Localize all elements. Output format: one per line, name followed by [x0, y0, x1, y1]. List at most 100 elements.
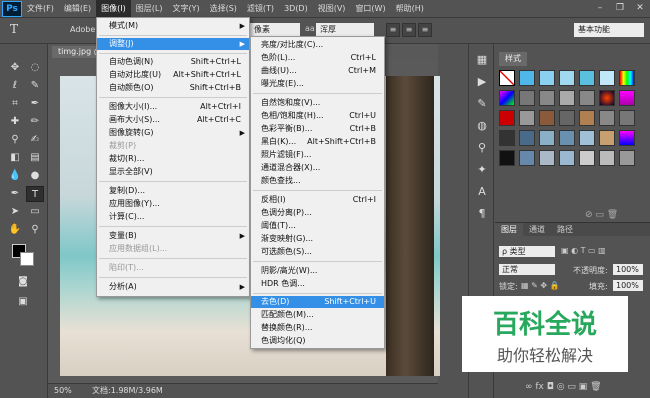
menu-item-levels[interactable]: 色阶(L)... Ctrl+L	[251, 52, 384, 64]
history-brush-tool-icon[interactable]: ✍	[26, 132, 44, 148]
antialias-select[interactable]: 浑厚	[316, 23, 374, 37]
actions-panel-icon[interactable]: ▶	[473, 74, 491, 90]
quick-select-tool-icon[interactable]: ✎	[26, 78, 44, 94]
menu-item-black-white[interactable]: 黑白(K)... Alt+Shift+Ctrl+B	[251, 136, 384, 148]
style-swatch[interactable]	[559, 150, 575, 166]
menu-item-selective-color[interactable]: 可选颜色(S)...	[251, 246, 384, 258]
style-swatch[interactable]	[619, 130, 635, 146]
menu-item-apply-image[interactable]: 应用图像(Y)...	[97, 198, 249, 210]
menu-item-gradient-map[interactable]: 渐变映射(G)...	[251, 233, 384, 245]
menu-image[interactable]: 图像(I)	[96, 0, 131, 18]
layers-footer-icons[interactable]: ∞ fx ◘ ◎ ▭ ▣ 🗑	[525, 382, 602, 392]
clone-source-icon[interactable]: ⚲	[473, 140, 491, 156]
gradient-tool-icon[interactable]: ▤	[26, 150, 44, 166]
brush-panel-icon[interactable]: ✎	[473, 96, 491, 112]
style-swatch[interactable]	[599, 110, 615, 126]
align-right-button[interactable]: ≡	[418, 23, 432, 37]
zoom-level[interactable]: 50%	[54, 384, 72, 398]
menu-item-canvas-size[interactable]: 画布大小(S)... Alt+Ctrl+C	[97, 114, 249, 126]
style-swatch[interactable]	[499, 110, 515, 126]
menu-layer[interactable]: 图层(L)	[131, 0, 168, 18]
minimize-icon[interactable]: –	[590, 0, 610, 16]
type-tool-icon[interactable]: T	[26, 186, 44, 202]
style-swatch[interactable]	[519, 70, 535, 86]
hand-tool-icon[interactable]: ✋	[6, 222, 24, 238]
menu-item-curves[interactable]: 曲线(U)... Ctrl+M	[251, 65, 384, 77]
opacity-input[interactable]: 100%	[613, 264, 643, 275]
menu-item-threshold[interactable]: 阈值(T)...	[251, 220, 384, 232]
tab-styles[interactable]: 样式	[499, 52, 527, 66]
close-icon[interactable]: ✕	[630, 0, 650, 16]
menu-item-brightness-contrast[interactable]: 亮度/对比度(C)...	[251, 39, 384, 51]
dodge-tool-icon[interactable]: ●	[26, 168, 44, 184]
style-swatch[interactable]	[559, 90, 575, 106]
brush-tool-icon[interactable]: ✏	[26, 114, 44, 130]
workspace-select[interactable]: 基本功能	[574, 23, 644, 37]
style-swatch[interactable]	[579, 110, 595, 126]
history-panel-icon[interactable]: ▦	[473, 52, 491, 68]
menu-item-trim[interactable]: 裁切(R)...	[97, 153, 249, 165]
lock-icons[interactable]: ▦ ✎ ✥ 🔒	[521, 281, 560, 290]
lasso-tool-icon[interactable]: ℓ	[6, 78, 24, 94]
menu-window[interactable]: 窗口(W)	[350, 0, 390, 18]
menu-item-reveal-all[interactable]: 显示全部(V)	[97, 166, 249, 178]
tab-paths[interactable]: 路径	[551, 223, 579, 236]
style-swatch[interactable]	[499, 70, 515, 86]
style-swatch[interactable]	[499, 130, 515, 146]
menu-item-auto-color[interactable]: 自动颜色(O) Shift+Ctrl+B	[97, 82, 249, 94]
style-swatch[interactable]	[619, 70, 635, 86]
style-swatch[interactable]	[599, 70, 615, 86]
style-swatch[interactable]	[619, 90, 635, 106]
background-color-swatch[interactable]	[20, 252, 34, 266]
style-swatch[interactable]	[579, 90, 595, 106]
style-swatch[interactable]	[519, 150, 535, 166]
menu-item-duplicate[interactable]: 复制(D)...	[97, 185, 249, 197]
menu-item-equalize[interactable]: 色调均化(Q)	[251, 335, 384, 347]
menu-view[interactable]: 视图(V)	[313, 0, 351, 18]
pen-tool-icon[interactable]: ✒	[6, 186, 24, 202]
eraser-tool-icon[interactable]: ◧	[6, 150, 24, 166]
menu-item-auto-tone[interactable]: 自动色调(N) Shift+Ctrl+L	[97, 56, 249, 68]
tab-channels[interactable]: 通道	[523, 223, 551, 236]
menu-item-color-lookup[interactable]: 颜色查找...	[251, 175, 384, 187]
style-swatch[interactable]	[539, 150, 555, 166]
menu-filter[interactable]: 滤镜(T)	[242, 0, 279, 18]
blur-tool-icon[interactable]: 💧	[6, 168, 24, 184]
menu-item-exposure[interactable]: 曝光度(E)...	[251, 78, 384, 90]
zoom-tool-icon[interactable]: ⚲	[26, 222, 44, 238]
style-swatch[interactable]	[519, 90, 535, 106]
layer-filter-icons[interactable]: ▣ ◐ T ▭ ▥	[561, 246, 606, 255]
style-swatch[interactable]	[599, 150, 615, 166]
menu-3d[interactable]: 3D(D)	[279, 0, 313, 18]
brush-presets-icon[interactable]: ◍	[473, 118, 491, 134]
style-swatch[interactable]	[559, 70, 575, 86]
menu-item-auto-contrast[interactable]: 自动对比度(U) Alt+Shift+Ctrl+L	[97, 69, 249, 81]
character-panel-icon[interactable]: A	[473, 184, 491, 200]
menu-item-photo-filter[interactable]: 照片滤镜(F)...	[251, 149, 384, 161]
marquee-tool-icon[interactable]: ◌	[26, 60, 44, 76]
style-swatch[interactable]	[519, 110, 535, 126]
crop-tool-icon[interactable]: ⌗	[6, 96, 24, 112]
menu-item-calculations[interactable]: 计算(C)...	[97, 211, 249, 223]
menu-item-color-balance[interactable]: 色彩平衡(B)... Ctrl+B	[251, 123, 384, 135]
menu-item-image-size[interactable]: 图像大小(I)... Alt+Ctrl+I	[97, 101, 249, 113]
move-tool-icon[interactable]: ✥	[6, 60, 24, 76]
blend-mode-select[interactable]: 正常	[499, 264, 555, 275]
style-swatch[interactable]	[539, 70, 555, 86]
style-swatch[interactable]	[539, 130, 555, 146]
tool-presets-icon[interactable]: ✦	[473, 162, 491, 178]
healing-brush-tool-icon[interactable]: ✚	[6, 114, 24, 130]
style-swatch[interactable]	[559, 130, 575, 146]
restore-icon[interactable]: ❐	[610, 0, 630, 16]
menu-edit[interactable]: 编辑(E)	[59, 0, 96, 18]
paragraph-panel-icon[interactable]: ¶	[473, 206, 491, 222]
style-swatch[interactable]	[499, 150, 515, 166]
style-swatch[interactable]	[579, 150, 595, 166]
path-select-tool-icon[interactable]: ➤	[6, 204, 24, 220]
layer-kind-filter[interactable]: ρ 类型	[499, 246, 555, 257]
menu-type[interactable]: 文字(Y)	[167, 0, 204, 18]
style-swatch[interactable]	[619, 150, 635, 166]
screen-mode-icon[interactable]: ▣	[14, 294, 32, 310]
style-swatch[interactable]	[579, 70, 595, 86]
menu-item-channel-mixer[interactable]: 通道混合器(X)...	[251, 162, 384, 174]
